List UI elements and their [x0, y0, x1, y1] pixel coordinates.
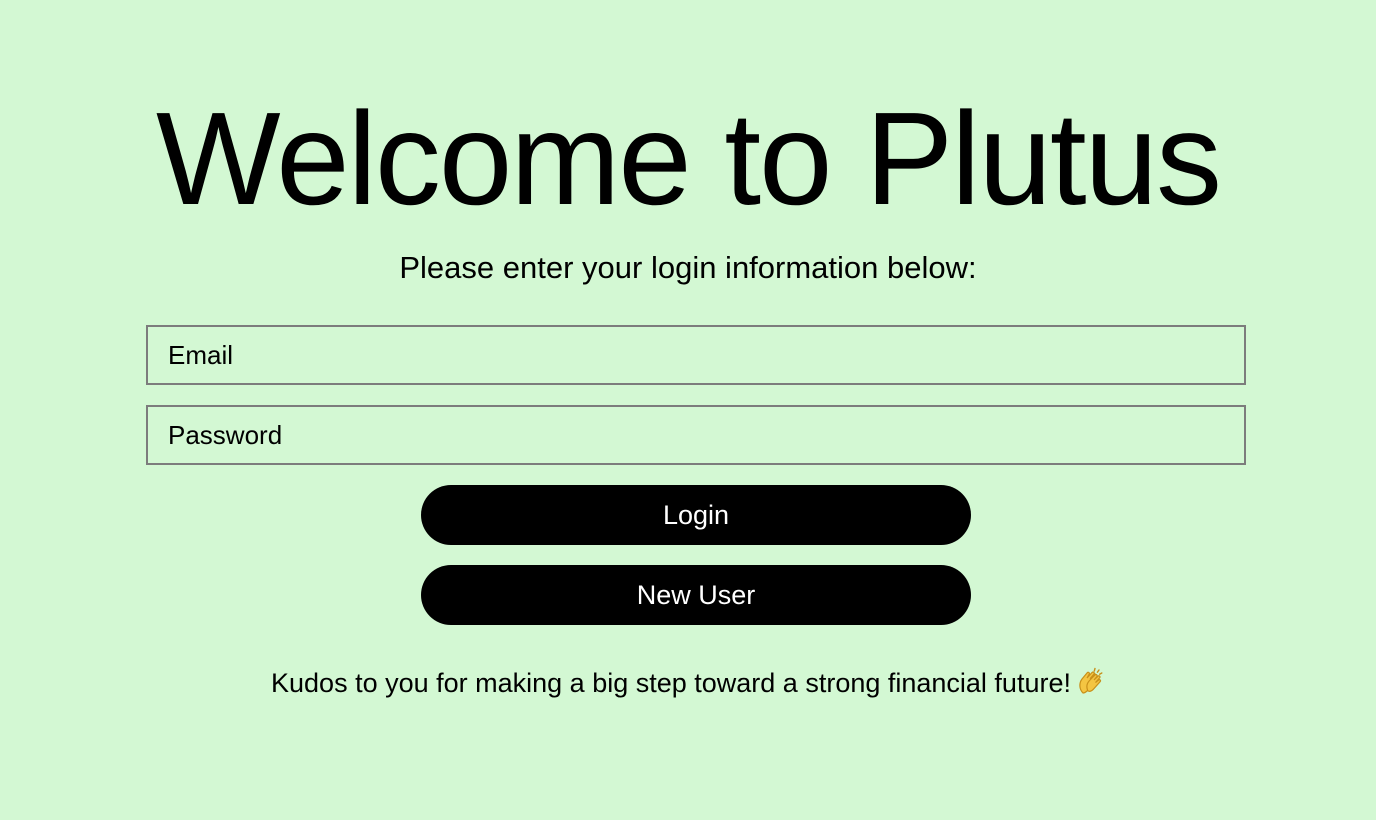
- footer-message-row: Kudos to you for making a big step towar…: [0, 665, 1376, 705]
- login-button[interactable]: Login: [421, 485, 971, 545]
- kudos-message: Kudos to you for making a big step towar…: [271, 668, 1071, 698]
- email-field[interactable]: [146, 325, 1246, 385]
- login-page: Welcome to Plutus Please enter your logi…: [0, 0, 1376, 820]
- password-field[interactable]: [146, 405, 1246, 465]
- new-user-button[interactable]: New User: [421, 565, 971, 625]
- page-title: Welcome to Plutus: [155, 85, 1222, 232]
- clapping-hands-icon: [1075, 666, 1105, 705]
- login-instructions: Please enter your login information belo…: [399, 250, 977, 285]
